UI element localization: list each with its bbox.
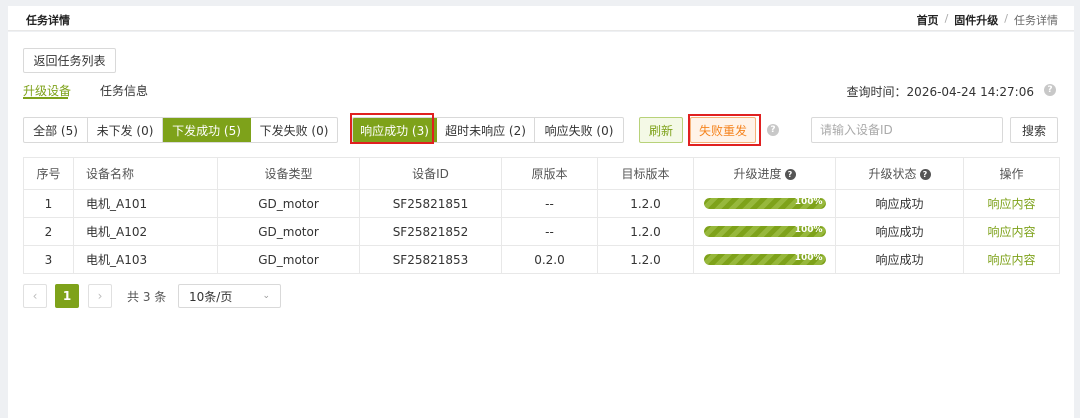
progress-bar: 100% xyxy=(703,198,826,209)
progress-label: 100% xyxy=(794,198,823,207)
breadcrumb-current: 任务详情 xyxy=(1014,14,1058,27)
column-header-progress: 升级进度? xyxy=(693,157,836,190)
table-row: 1 电机_A101 GD_motor SF25821851 -- 1.2.0 1… xyxy=(23,189,1060,218)
target-version: 1.2.0 xyxy=(597,217,694,246)
column-header-actions: 操作 xyxy=(963,157,1060,190)
table-header-row: 序号 设备名称 设备类型 设备ID 原版本 目标版本 升级进度? 升级状态? 操… xyxy=(23,157,1060,190)
column-header-device-id: 设备ID xyxy=(359,157,502,190)
filter-response-failed[interactable]: 响应失败 (0) xyxy=(535,118,623,142)
question-circle-icon[interactable]: ? xyxy=(919,169,931,180)
column-header-target-version: 目标版本 xyxy=(597,157,694,190)
upgrade-status: 响应成功 xyxy=(835,217,964,246)
progress-label: 100% xyxy=(794,254,823,263)
column-header-device-type: 设备类型 xyxy=(217,157,360,190)
row-index: 3 xyxy=(23,245,74,274)
breadcrumb-separator: / xyxy=(1004,12,1008,25)
search-button[interactable]: 搜索 xyxy=(1010,117,1058,143)
progress-bar: 100% xyxy=(703,254,826,265)
progress-label: 100% xyxy=(794,226,823,235)
page-1-button[interactable]: 1 xyxy=(55,284,79,308)
upgrade-status: 响应成功 xyxy=(835,189,964,218)
back-to-task-list-button[interactable]: 返回任务列表 xyxy=(23,48,116,73)
question-circle-icon[interactable]: ? xyxy=(1044,84,1056,96)
response-filter-group: 响应成功 (3) 超时未响应 (2) 响应失败 (0) xyxy=(352,117,624,143)
device-type: GD_motor xyxy=(217,245,360,274)
prev-page-button[interactable]: ‹ xyxy=(23,284,47,308)
progress-bar: 100% xyxy=(703,226,826,237)
target-version: 1.2.0 xyxy=(597,245,694,274)
device-type: GD_motor xyxy=(217,189,360,218)
tab-task-info[interactable]: 任务信息 xyxy=(100,82,148,99)
old-version: -- xyxy=(501,217,598,246)
device-id-search-input[interactable] xyxy=(811,117,1003,143)
filter-not-dispatched[interactable]: 未下发 (0) xyxy=(88,118,163,142)
row-index: 1 xyxy=(23,189,74,218)
column-header-status-label: 升级状态 xyxy=(868,167,917,181)
filter-response-timeout[interactable]: 超时未响应 (2) xyxy=(437,118,535,142)
filter-dispatch-success[interactable]: 下发成功 (5) xyxy=(163,118,251,142)
upgrade-progress: 100% xyxy=(693,189,836,218)
device-type: GD_motor xyxy=(217,217,360,246)
filter-dispatch-failed[interactable]: 下发失败 (0) xyxy=(251,118,337,142)
column-header-index: 序号 xyxy=(23,157,74,190)
total-count: 共 3 条 xyxy=(127,289,167,304)
chevron-down-icon: ⌄ xyxy=(262,291,270,301)
row-index: 2 xyxy=(23,217,74,246)
task-detail-panel: 返回任务列表 升级设备 任务信息 查询时间：2026-04-24 14:27:0… xyxy=(8,32,1074,418)
column-header-device-name: 设备名称 xyxy=(73,157,218,190)
filter-all[interactable]: 全部 (5) xyxy=(24,118,88,142)
device-name: 电机_A102 xyxy=(73,217,218,246)
question-circle-icon[interactable]: ? xyxy=(767,124,779,136)
question-circle-icon[interactable]: ? xyxy=(784,169,796,180)
retry-failed-button[interactable]: 失败重发 xyxy=(690,117,756,143)
page-header: 任务详情 首页 / 固件升级 / 任务详情 xyxy=(8,6,1074,31)
view-response-link[interactable]: 响应内容 xyxy=(963,217,1060,246)
device-id: SF25821852 xyxy=(359,217,502,246)
upgrade-progress: 100% xyxy=(693,245,836,274)
device-name: 电机_A101 xyxy=(73,189,218,218)
device-id: SF25821853 xyxy=(359,245,502,274)
column-header-status: 升级状态? xyxy=(835,157,964,190)
column-header-progress-label: 升级进度 xyxy=(733,167,782,181)
page-title: 任务详情 xyxy=(26,14,70,27)
device-id: SF25821851 xyxy=(359,189,502,218)
dispatch-filter-group: 全部 (5) 未下发 (0) 下发成功 (5) 下发失败 (0) xyxy=(23,117,338,143)
page-size-value: 10条/页 xyxy=(189,289,233,304)
target-version: 1.2.0 xyxy=(597,189,694,218)
table-row: 3 电机_A103 GD_motor SF25821853 0.2.0 1.2.… xyxy=(23,245,1060,274)
device-name: 电机_A103 xyxy=(73,245,218,274)
refresh-button[interactable]: 刷新 xyxy=(639,117,683,143)
device-table: 序号 设备名称 设备类型 设备ID 原版本 目标版本 升级进度? 升级状态? 操… xyxy=(23,157,1060,274)
page-size-select[interactable]: 10条/页 ⌄ xyxy=(178,284,281,308)
upgrade-progress: 100% xyxy=(693,217,836,246)
column-header-old-version: 原版本 xyxy=(501,157,598,190)
active-tab-indicator xyxy=(23,97,68,99)
old-version: -- xyxy=(501,189,598,218)
breadcrumb-separator: / xyxy=(944,12,949,25)
query-time: 查询时间：2026-04-24 14:27:06 xyxy=(846,85,1034,99)
breadcrumb-home[interactable]: 首页 xyxy=(917,12,939,28)
upgrade-status: 响应成功 xyxy=(835,245,964,274)
old-version: 0.2.0 xyxy=(501,245,598,274)
view-response-link[interactable]: 响应内容 xyxy=(963,189,1060,218)
view-response-link[interactable]: 响应内容 xyxy=(963,245,1060,274)
breadcrumb-firmware-upgrade[interactable]: 固件升级 xyxy=(954,12,998,28)
breadcrumb: 首页 / 固件升级 / 任务详情 xyxy=(917,12,1058,28)
filter-response-success[interactable]: 响应成功 (3) xyxy=(353,118,437,142)
next-page-button[interactable]: › xyxy=(88,284,112,308)
table-row: 2 电机_A102 GD_motor SF25821852 -- 1.2.0 1… xyxy=(23,217,1060,246)
